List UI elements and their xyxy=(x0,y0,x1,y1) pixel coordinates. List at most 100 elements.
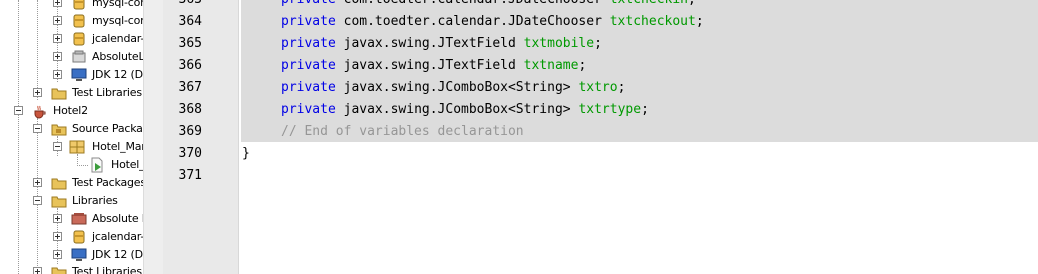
tree-item-jcalendar[interactable]: jcalendar- xyxy=(0,30,143,48)
code-line[interactable]: private com.toedter.calendar.JDateChoose… xyxy=(242,0,696,11)
jdk-platform-icon xyxy=(71,248,87,261)
library-icon xyxy=(71,213,87,225)
expand-toggle[interactable] xyxy=(53,16,62,25)
tree-item-label: Hotel_ xyxy=(111,158,143,171)
line-number: 364 xyxy=(178,14,202,29)
semicolon: ; xyxy=(695,14,704,29)
library-icon xyxy=(72,50,86,63)
keyword: private xyxy=(281,0,336,7)
code-comment: // End of variables declaration xyxy=(281,124,524,139)
code-line[interactable]: private javax.swing.JTextField txtmobile… xyxy=(242,33,602,55)
tree-item-libraries[interactable]: Libraries xyxy=(0,192,143,210)
expand-toggle[interactable] xyxy=(33,88,42,97)
tree-item-mysql-connector-1[interactable]: mysql-conn xyxy=(0,0,143,12)
field-name: txtrtype xyxy=(578,102,642,117)
tree-item-label: JDK 12 (De xyxy=(92,248,143,261)
line-number: 370 xyxy=(178,146,202,161)
field-name: txtcheckout xyxy=(609,14,696,29)
semicolon: ; xyxy=(578,58,587,73)
keyword: private xyxy=(281,58,336,73)
tree-item-label: Test Libraries xyxy=(72,86,142,99)
tree-item-absolute-layout[interactable]: Absolute L xyxy=(0,210,143,228)
type-name: javax.swing.JComboBox<String> xyxy=(335,102,579,117)
semicolon: ; xyxy=(688,0,696,7)
tree-item-label: mysql-conn xyxy=(92,14,143,27)
tree-item-source-packages[interactable]: Source Packag xyxy=(0,120,143,138)
folder-icon xyxy=(51,196,67,208)
jar-file-icon xyxy=(73,32,85,46)
tree-item-test-libraries-2[interactable]: Test Libraries xyxy=(0,263,143,274)
expand-toggle[interactable] xyxy=(53,214,62,223)
tree-scrollbar[interactable] xyxy=(143,0,163,274)
code-line[interactable]: private javax.swing.JTextField txtname; xyxy=(242,55,586,77)
tree-item-absolutelayout[interactable]: AbsoluteLa xyxy=(0,48,143,66)
tree-item-label: JDK 12 (De xyxy=(92,68,143,81)
collapse-toggle[interactable] xyxy=(33,196,42,205)
tree-item-test-packages[interactable]: Test Packages xyxy=(0,174,143,192)
expand-toggle[interactable] xyxy=(33,178,42,187)
tree-item-hotel-class[interactable]: Hotel_ xyxy=(0,156,143,174)
code-line[interactable]: private javax.swing.JComboBox<String> tx… xyxy=(242,99,649,121)
semicolon: ; xyxy=(594,36,602,51)
tree-item-hotel2[interactable]: Hotel2 xyxy=(0,102,143,120)
collapse-toggle[interactable] xyxy=(33,124,42,133)
field-name: txtname xyxy=(523,58,579,73)
expand-toggle[interactable] xyxy=(33,267,42,274)
line-number: 363 xyxy=(179,0,202,11)
type-name: com.toedter.calendar.JDateChooser xyxy=(335,14,610,29)
tree-item-label: Libraries xyxy=(72,194,118,207)
line-number: 365 xyxy=(178,36,202,51)
code-line[interactable]: private javax.swing.JComboBox<String> tx… xyxy=(242,77,625,99)
package-icon xyxy=(69,140,85,154)
keyword: private xyxy=(281,80,336,95)
expand-toggle[interactable] xyxy=(53,250,62,259)
jar-file-icon xyxy=(73,14,85,28)
collapse-toggle[interactable] xyxy=(14,106,23,115)
folder-icon xyxy=(51,267,67,274)
tree-item-label: mysql-conn xyxy=(92,0,143,9)
tree-item-label: Test Libraries xyxy=(72,265,142,274)
java-project-icon xyxy=(34,105,46,119)
expand-toggle[interactable] xyxy=(53,52,62,61)
keyword: private xyxy=(281,36,336,51)
tree-item-label: jcalendar- xyxy=(92,230,143,243)
tree-item-jdk[interactable]: JDK 12 (De xyxy=(0,66,143,84)
java-class-icon xyxy=(91,157,103,173)
tree-item-jdk-2[interactable]: JDK 12 (De xyxy=(0,246,143,264)
project-tree[interactable]: mysql-conn mysql-conn jcalendar- Absolut… xyxy=(0,0,143,274)
keyword: private xyxy=(281,14,336,29)
code-line[interactable]: // End of variables declaration xyxy=(242,121,524,143)
tree-connector xyxy=(77,165,88,166)
tree-item-label: Absolute L xyxy=(92,212,143,225)
tree-item-mysql-connector-2[interactable]: mysql-conn xyxy=(0,12,143,30)
closing-brace: } xyxy=(242,146,250,161)
expand-toggle[interactable] xyxy=(53,0,62,7)
line-number: 367 xyxy=(178,80,202,95)
expand-toggle[interactable] xyxy=(53,34,62,43)
expand-toggle[interactable] xyxy=(53,70,62,79)
line-number: 366 xyxy=(178,58,202,73)
jar-file-icon xyxy=(73,230,85,244)
tree-item-jcalendar-2[interactable]: jcalendar- xyxy=(0,228,143,246)
code-line[interactable]: private com.toedter.calendar.JDateChoose… xyxy=(242,11,704,33)
folder-icon xyxy=(51,178,67,190)
tree-item-test-libraries[interactable]: Test Libraries xyxy=(0,84,143,102)
tree-item-label: AbsoluteLa xyxy=(92,50,143,63)
source-folder-icon xyxy=(51,124,67,136)
line-number: 371 xyxy=(178,168,202,183)
code-line[interactable]: } xyxy=(242,143,250,165)
tree-item-label: Test Packages xyxy=(72,176,143,189)
line-number: 369 xyxy=(178,124,202,139)
tree-item-hotel-management-package[interactable]: Hotel_Man xyxy=(0,138,143,156)
folder-icon xyxy=(51,88,67,100)
field-name: txtro xyxy=(578,80,618,95)
collapse-toggle[interactable] xyxy=(53,142,62,151)
field-name: txtcheckin xyxy=(610,0,688,7)
keyword: private xyxy=(281,102,336,117)
line-number-gutter: 363 364 365 366 367 368 369 370 371 xyxy=(163,0,239,274)
type-name: javax.swing.JComboBox<String> xyxy=(335,80,579,95)
type-name: com.toedter.calendar.JDateChooser xyxy=(336,0,610,7)
type-name: javax.swing.JTextField xyxy=(335,58,524,73)
line-number: 368 xyxy=(178,102,202,117)
expand-toggle[interactable] xyxy=(53,232,62,241)
